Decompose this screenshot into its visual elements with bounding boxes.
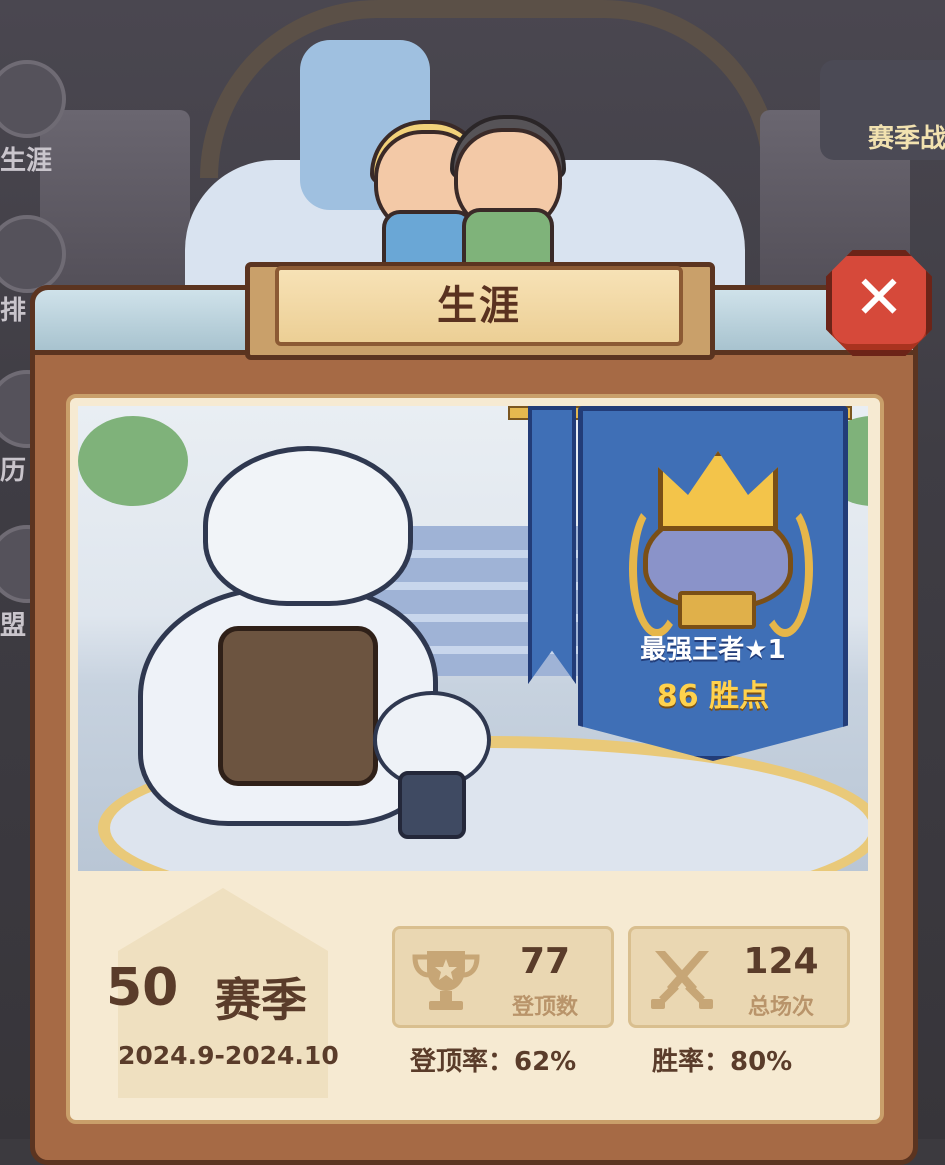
top-rate: 登顶率：62%: [410, 1047, 577, 1077]
side-label-history: 历: [0, 456, 27, 486]
rank-points: 86 胜点: [588, 671, 838, 715]
rank-points-unit: 胜点: [709, 679, 770, 714]
trophy-icon: [412, 951, 480, 1010]
season-number: 50: [106, 958, 179, 1018]
side-label-rank: 排: [0, 296, 27, 326]
season-battle-button[interactable]: 赛季战: [820, 60, 945, 160]
wolf-pet-companion: [373, 691, 491, 841]
top-count-label: 登顶数: [511, 995, 578, 1020]
crossed-swords-icon: [651, 951, 713, 1009]
season-word: 赛季: [215, 973, 307, 1027]
panel-title: 生涯: [437, 283, 521, 329]
king-trophy-icon: [629, 451, 813, 637]
top-count-box: 77 登顶数: [392, 926, 614, 1028]
pet-body: [398, 771, 466, 839]
close-icon[interactable]: ✕: [826, 250, 932, 356]
rank-title: 最强王者★1: [640, 635, 786, 665]
banner-side-left: [528, 406, 576, 684]
side-label-alliance: 盟: [0, 611, 27, 641]
total-games-box: 124 总场次: [628, 926, 850, 1028]
wolf-hero-hood: [203, 446, 413, 606]
hero-showcase-scene: 最强王者★1 86 胜点: [78, 406, 868, 871]
top-count-value: 77: [519, 941, 571, 982]
total-games-value: 124: [743, 941, 819, 982]
crown-icon: [658, 451, 778, 531]
season-battle-label: 赛季战: [868, 124, 945, 154]
wolf-hero-armor: [218, 626, 378, 786]
plant-decoration: [78, 416, 188, 506]
total-games-label: 总场次: [747, 995, 814, 1020]
win-rate: 胜率：80%: [652, 1047, 793, 1077]
season-date-range: 2024.9-2024.10: [118, 1041, 339, 1070]
career-card: 最强王者★1 86 胜点 50 赛季 2024.9-2024.10 77 登顶数: [66, 394, 884, 1124]
trophy-base: [678, 591, 756, 629]
side-label-career: 生涯: [0, 146, 53, 176]
rank-points-value: 86: [656, 679, 699, 714]
background-pillar: [40, 110, 190, 310]
